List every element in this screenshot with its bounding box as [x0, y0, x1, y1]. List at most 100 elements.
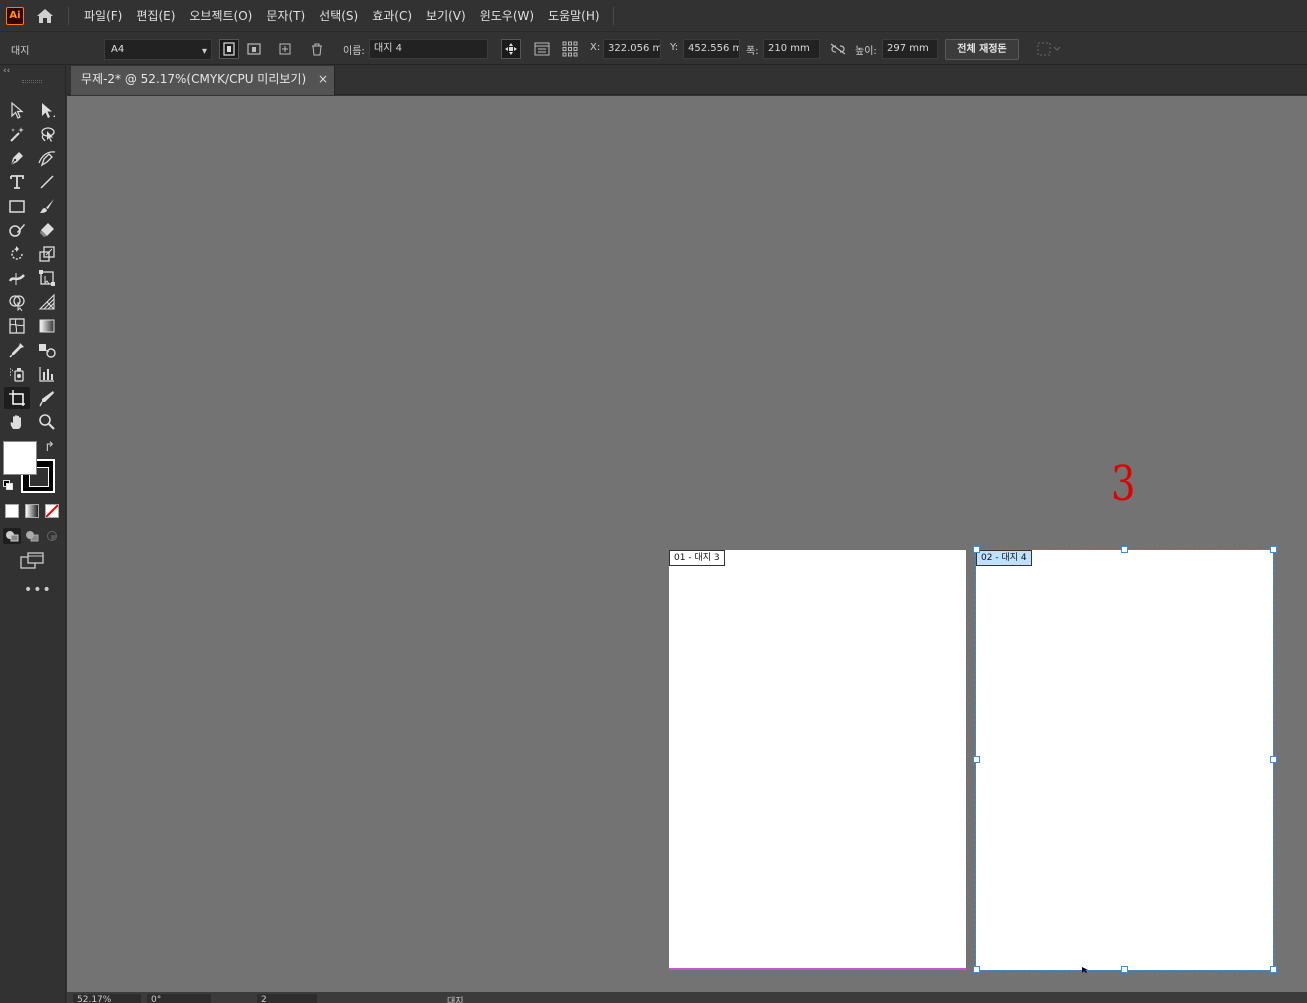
- y-label: Y:: [670, 42, 679, 53]
- hand-tool-icon[interactable]: [4, 411, 30, 433]
- rectangle-tool-icon[interactable]: [4, 195, 30, 217]
- menu-bar: Ai 파일(F) 편집(E) 오브젝트(O) 문자(T) 선택(S) 효과(C)…: [0, 0, 1307, 32]
- artboard-number-field[interactable]: 2: [257, 994, 317, 1003]
- zoom-field[interactable]: 52.17%: [73, 994, 141, 1003]
- app-logo: Ai: [6, 6, 24, 25]
- home-icon[interactable]: [34, 5, 56, 27]
- selection-tool-icon[interactable]: [4, 99, 30, 121]
- resize-handle-tl[interactable]: [973, 546, 980, 553]
- resize-handle-bl[interactable]: [973, 966, 980, 973]
- shape-builder-tool-icon[interactable]: [4, 291, 30, 313]
- zoom-tool-icon[interactable]: [34, 411, 60, 433]
- artboard-1[interactable]: 01 - 대지 3: [669, 550, 966, 970]
- artboard-options-icon[interactable]: [532, 39, 552, 59]
- curvature-tool-icon[interactable]: [34, 147, 60, 169]
- reference-point-icon[interactable]: [560, 39, 580, 59]
- symbol-sprayer-tool-icon[interactable]: [4, 363, 30, 385]
- preset-select[interactable]: A4 ▾: [104, 39, 212, 60]
- document-tab-bar: 무제-2* @ 52.17%(CMYK/CPU 미리보기) ×: [67, 66, 1307, 95]
- height-field[interactable]: 297 mm: [882, 39, 938, 59]
- color-mode-icon[interactable]: [5, 504, 19, 518]
- more-tools-icon[interactable]: •••: [24, 582, 52, 598]
- magic-wand-tool-icon[interactable]: [4, 123, 30, 145]
- gradient-tool-icon[interactable]: [34, 315, 60, 337]
- paintbrush-tool-icon[interactable]: [34, 195, 60, 217]
- artboard-2[interactable]: 02 - 대지 4: [975, 549, 1274, 971]
- y-field[interactable]: 452.556 m: [683, 39, 740, 59]
- menu-select[interactable]: 선택(S): [312, 7, 365, 24]
- menu-type[interactable]: 문자(T): [259, 7, 312, 24]
- name-label: 이름:: [343, 46, 365, 57]
- draw-normal-icon[interactable]: [3, 528, 21, 544]
- menu-help[interactable]: 도움말(H): [541, 7, 607, 24]
- none-mode-icon[interactable]: [45, 504, 59, 518]
- delete-artboard-icon[interactable]: [307, 39, 327, 59]
- width-tool-icon[interactable]: [4, 267, 30, 289]
- direct-selection-tool-icon[interactable]: [34, 99, 60, 121]
- align-options-icon[interactable]: [1036, 39, 1064, 59]
- menu-separator: [612, 6, 614, 25]
- new-artboard-icon[interactable]: [275, 39, 295, 59]
- move-with-artboard-icon[interactable]: [501, 39, 521, 59]
- rotate-tool-icon[interactable]: [4, 243, 30, 265]
- lasso-tool-icon[interactable]: [34, 123, 60, 145]
- resize-handle-tr[interactable]: [1270, 546, 1277, 553]
- panel-grip[interactable]: [22, 80, 42, 83]
- slice-tool-icon[interactable]: [34, 387, 60, 409]
- document-tab-title: 무제-2* @ 52.17%(CMYK/CPU 미리보기): [81, 72, 307, 86]
- document-tab[interactable]: 무제-2* @ 52.17%(CMYK/CPU 미리보기) ×: [71, 66, 335, 95]
- preset-value: A4: [111, 44, 125, 55]
- menu-file[interactable]: 파일(F): [77, 7, 129, 24]
- panel-label: 대지: [11, 46, 30, 57]
- free-transform-tool-icon[interactable]: [34, 267, 60, 289]
- landscape-orientation-icon[interactable]: [244, 39, 264, 59]
- menu-separator: [68, 6, 69, 25]
- artboard-tool-icon[interactable]: [4, 387, 30, 409]
- resize-handle-br[interactable]: [1270, 966, 1277, 973]
- constrain-proportions-icon[interactable]: [828, 39, 848, 59]
- menu-object[interactable]: 오브젝트(O): [182, 7, 259, 24]
- width-label: 폭:: [746, 46, 759, 57]
- gradient-mode-icon[interactable]: [25, 504, 39, 518]
- shaper-tool-icon[interactable]: [4, 219, 30, 241]
- type-tool-icon[interactable]: [4, 171, 30, 193]
- menu-effect[interactable]: 효과(C): [365, 7, 419, 24]
- pen-tool-icon[interactable]: [4, 147, 30, 169]
- menu-window[interactable]: 윈도우(W): [473, 7, 541, 24]
- line-segment-tool-icon[interactable]: [34, 171, 60, 193]
- resize-handle-r[interactable]: [1270, 756, 1277, 763]
- blend-tool-icon[interactable]: [34, 339, 60, 361]
- menu-edit[interactable]: 편집(E): [129, 7, 182, 24]
- resize-handle-l[interactable]: [973, 756, 980, 763]
- artboard-name-field[interactable]: 대지 4: [369, 39, 488, 59]
- column-graph-tool-icon[interactable]: [34, 363, 60, 385]
- artboard-label[interactable]: 02 - 대지 4: [976, 550, 1032, 566]
- resize-handle-t[interactable]: [1121, 546, 1128, 553]
- scale-tool-icon[interactable]: [34, 243, 60, 265]
- default-fill-stroke-icon[interactable]: [3, 480, 13, 490]
- canvas[interactable]: 3 01 - 대지 3 02 - 대지 4: [67, 96, 1307, 992]
- height-label: 높이:: [855, 46, 877, 57]
- resize-handle-b[interactable]: [1121, 966, 1128, 973]
- draw-inside-icon[interactable]: [43, 528, 61, 544]
- collapse-icon[interactable]: ‹‹: [3, 66, 10, 76]
- eraser-tool-icon[interactable]: [34, 219, 60, 241]
- x-field[interactable]: 322.056 m: [603, 39, 661, 59]
- rearrange-all-button[interactable]: 전체 재정돈: [945, 39, 1019, 60]
- mesh-tool-icon[interactable]: [4, 315, 30, 337]
- screen-mode-icon[interactable]: [20, 552, 44, 570]
- eyedropper-tool-icon[interactable]: [4, 339, 30, 361]
- chevron-down-icon: ▾: [201, 46, 207, 57]
- close-icon[interactable]: ×: [318, 66, 328, 92]
- rotation-field[interactable]: 0°: [147, 994, 211, 1003]
- artboard-label[interactable]: 01 - 대지 3: [669, 550, 725, 566]
- swap-fill-stroke-icon[interactable]: ↱: [44, 440, 55, 455]
- width-field[interactable]: 210 mm: [763, 39, 820, 59]
- perspective-grid-tool-icon[interactable]: [34, 291, 60, 313]
- draw-behind-icon[interactable]: [23, 528, 41, 544]
- annotation-text: 3: [1111, 456, 1136, 512]
- menu-view[interactable]: 보기(V): [419, 7, 473, 24]
- fill-swatch[interactable]: [3, 441, 37, 475]
- status-tool-name: 대지: [447, 997, 464, 1003]
- portrait-orientation-icon[interactable]: [219, 39, 239, 59]
